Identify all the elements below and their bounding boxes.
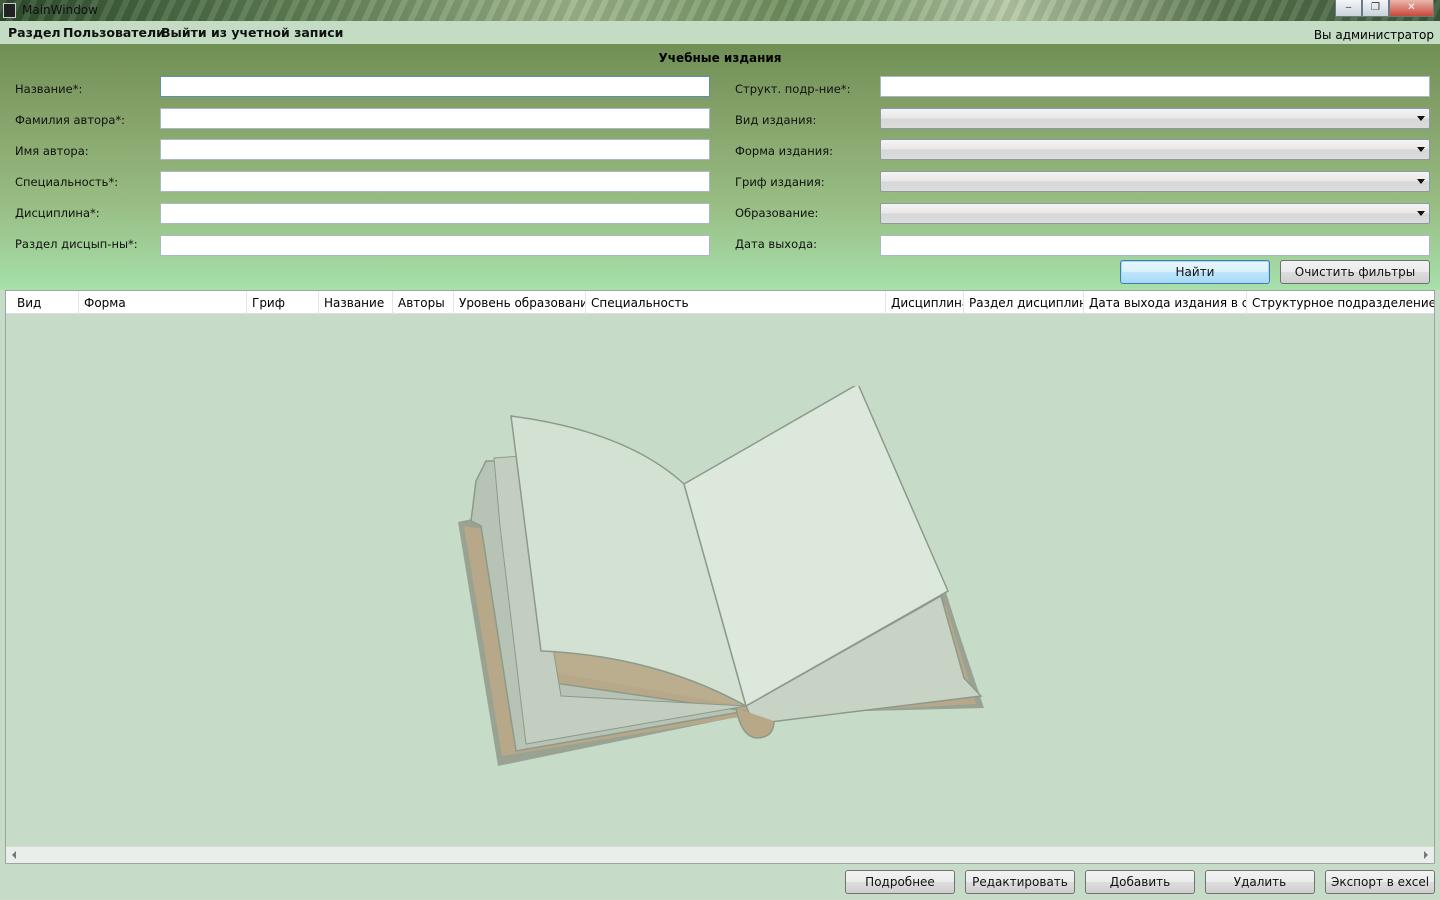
window-controls: ‒ ❐ ✕ — [1335, 0, 1434, 17]
specialty-label: Специальность*: — [15, 175, 119, 189]
release-date-input[interactable] — [880, 235, 1430, 256]
window-title: MainWindow — [22, 3, 98, 17]
find-button[interactable]: Найти — [1120, 260, 1270, 284]
edition-type-label: Вид издания: — [735, 113, 817, 127]
column-header-type[interactable]: Вид — [12, 291, 79, 314]
column-header-discipline[interactable]: Дисциплина — [886, 291, 964, 314]
column-header-discipline-section[interactable]: Раздел дисциплины — [964, 291, 1084, 314]
edit-button[interactable]: Редактировать — [965, 870, 1075, 894]
open-book-icon — [458, 386, 984, 766]
title-bar-background — [0, 0, 1440, 21]
release-date-label: Дата выхода: — [735, 237, 818, 251]
menu-item-logout[interactable]: Выйти из учетной записи — [161, 25, 343, 40]
delete-button[interactable]: Удалить — [1205, 870, 1315, 894]
title-input[interactable] — [160, 76, 710, 97]
column-header-authors[interactable]: Авторы — [393, 291, 454, 314]
details-button[interactable]: Подробнее — [845, 870, 955, 894]
chevron-down-icon — [1417, 147, 1425, 152]
column-header-stamp[interactable]: Гриф — [247, 291, 319, 314]
edition-form-select[interactable] — [880, 139, 1430, 160]
app-icon — [3, 3, 16, 18]
edition-type-select[interactable] — [880, 108, 1430, 129]
horizontal-scrollbar[interactable] — [6, 846, 1434, 863]
discipline-label: Дисциплина*: — [15, 206, 100, 220]
department-input[interactable] — [880, 76, 1430, 97]
add-button[interactable]: Добавить — [1085, 870, 1195, 894]
chevron-down-icon — [1417, 179, 1425, 184]
scroll-right-icon[interactable] — [1424, 851, 1428, 859]
column-header-education-level[interactable]: Уровень образования — [454, 291, 586, 314]
author-name-input[interactable] — [160, 139, 710, 160]
discipline-input[interactable] — [160, 203, 710, 224]
chevron-down-icon — [1417, 211, 1425, 216]
export-excel-button[interactable]: Экспорт в excel — [1325, 870, 1435, 894]
menu-bar: Раздел Пользователи Выйти из учетной зап… — [0, 21, 1440, 44]
author-surname-label: Фамилия автора*: — [15, 113, 126, 127]
user-role-status: Вы администратор — [1313, 28, 1434, 42]
education-select[interactable] — [880, 203, 1430, 224]
edition-stamp-label: Гриф издания: — [735, 175, 825, 189]
column-header-release-date[interactable]: Дата выхода издания в свет — [1084, 291, 1247, 314]
section-title: Учебные издания — [658, 51, 782, 65]
filter-panel: Учебные издания Название*: Фамилия автор… — [0, 44, 1440, 290]
title-label: Название*: — [15, 82, 83, 96]
minimize-icon[interactable]: ‒ — [1335, 0, 1362, 17]
discipline-section-label: Раздел дисцып-ны*: — [15, 237, 138, 251]
edition-form-label: Форма издания: — [735, 144, 833, 158]
education-label: Образование: — [735, 206, 819, 220]
discipline-section-input[interactable] — [160, 235, 710, 256]
chevron-down-icon — [1417, 116, 1425, 121]
menu-item-users[interactable]: Пользователи — [63, 25, 165, 40]
clear-filters-button[interactable]: Очистить фильтры — [1280, 260, 1430, 284]
close-icon[interactable]: ✕ — [1389, 0, 1434, 17]
maximize-icon[interactable]: ❐ — [1362, 0, 1389, 17]
editions-table[interactable]: Вид Форма Гриф Название Авторы Уровень о… — [5, 290, 1435, 864]
specialty-input[interactable] — [160, 171, 710, 192]
table-header: Вид Форма Гриф Название Авторы Уровень о… — [6, 291, 1434, 314]
action-bar: Подробнее Редактировать Добавить Удалить… — [0, 864, 1440, 900]
edition-stamp-select[interactable] — [880, 171, 1430, 192]
author-name-label: Имя автора: — [15, 144, 89, 158]
author-surname-input[interactable] — [160, 108, 710, 129]
department-label: Структ. подр-ние*: — [735, 82, 851, 96]
window-title-bar[interactable]: MainWindow ‒ ❐ ✕ — [0, 0, 1440, 21]
column-header-department[interactable]: Структурное подразделение — [1247, 291, 1434, 314]
column-header-form[interactable]: Форма — [79, 291, 247, 314]
menu-item-section[interactable]: Раздел — [8, 25, 61, 40]
column-header-specialty[interactable]: Специальность — [586, 291, 886, 314]
scroll-left-icon[interactable] — [12, 851, 16, 859]
column-header-title[interactable]: Название — [319, 291, 393, 314]
